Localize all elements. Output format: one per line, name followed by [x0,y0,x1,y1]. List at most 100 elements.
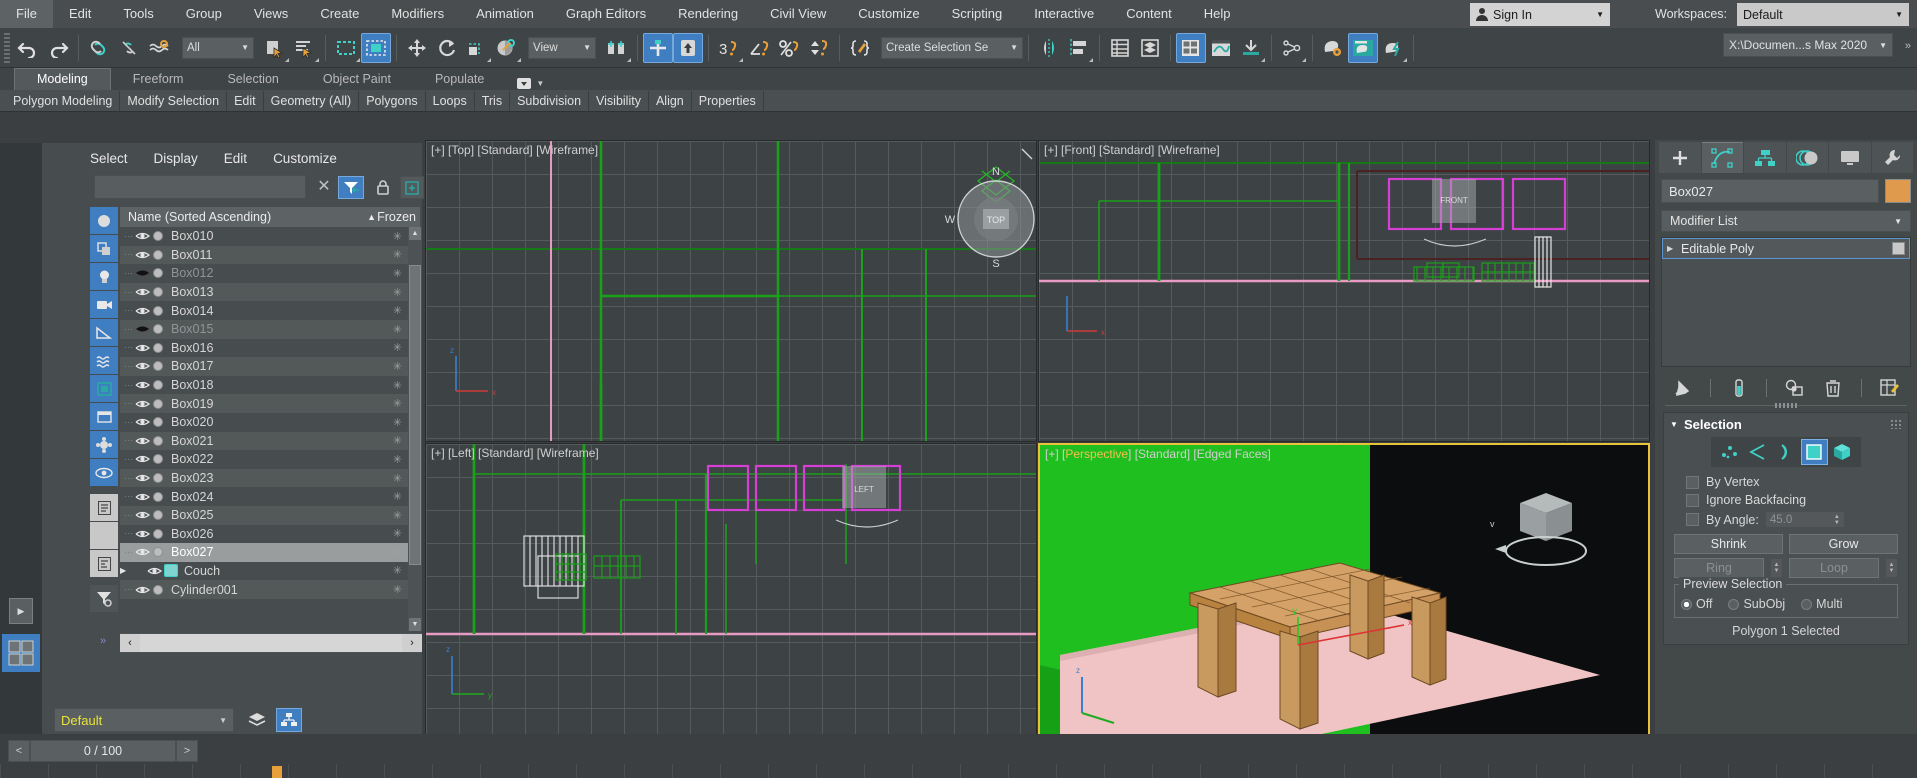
eye-visible-icon[interactable] [134,305,150,317]
ribbon-tab-freeform[interactable]: Freeform [111,69,206,90]
select-and-rotate-icon[interactable] [432,33,462,63]
frozen-cell[interactable]: ✳ [393,453,402,466]
frozen-cell[interactable]: ✳ [393,583,402,596]
explorer-vertical-scrollbar[interactable]: ▲ ▼ [408,227,422,631]
eye-visible-icon[interactable] [134,546,150,558]
ribbon-tab-modeling[interactable]: Modeling [14,67,111,90]
object-color-dot[interactable] [153,249,163,260]
workspace-select[interactable]: Default ▼ [1737,3,1909,26]
frozen-cell[interactable]: ✳ [393,304,402,317]
schematic-view-icon[interactable] [1277,33,1307,63]
modifier-stack-item-editable-poly[interactable]: ▶ Editable Poly [1662,238,1910,259]
filter-hidden-icon[interactable] [90,459,118,486]
frozen-cell[interactable]: ✳ [393,434,402,447]
filter-geometry-icon[interactable] [90,207,118,234]
viewport-front-label[interactable]: [+] [Front] [Standard] [Wireframe] [1044,143,1220,157]
stack-toggle-box[interactable] [1892,242,1905,255]
menu-item-civil-view[interactable]: Civil View [754,0,842,28]
filter-lights-icon[interactable] [90,263,118,290]
eye-visible-icon[interactable] [134,453,150,465]
by-angle-spinner[interactable]: 45.0 ▲ ▼ [1764,511,1845,528]
eye-visible-icon[interactable] [134,472,150,484]
menu-item-tools[interactable]: Tools [107,0,169,28]
scroll-down-icon[interactable]: ▼ [409,618,421,631]
display-detail-icon[interactable] [90,550,118,577]
explorer-column-header[interactable]: Name (Sorted Ascending) ▲ Frozen [120,207,420,227]
explorer-menu-select[interactable]: Select [90,151,128,166]
next-frame-button[interactable]: > [176,740,198,762]
use-transform-coordinate-center-icon[interactable] [673,32,703,63]
object-color-dot[interactable] [153,380,163,391]
by-angle-checkbox[interactable] [1686,513,1699,526]
frozen-cell[interactable]: ✳ [393,267,402,280]
object-color-dot[interactable] [153,324,163,335]
timeline-track[interactable] [0,764,1917,778]
table-row[interactable]: ⋯ Box027 ✳ [120,543,408,562]
set-key-icon[interactable] [1236,33,1266,63]
expand-all-icon[interactable] [400,176,424,199]
filter-bones-icon[interactable] [90,431,118,458]
ribbon-panel-geometry-all[interactable]: Geometry (All) [264,90,360,111]
select-object-icon[interactable] [260,33,290,63]
object-color-dot[interactable] [153,287,163,298]
curve-editor-icon[interactable] [1206,33,1236,63]
object-color-dot[interactable] [153,268,163,279]
frozen-cell[interactable]: ✳ [393,341,402,354]
scroll-right-icon[interactable]: › [402,634,422,652]
collapse-triangle-icon[interactable]: ▼ [1670,420,1684,429]
select-by-name-icon[interactable] [290,33,320,63]
pin-stack-icon[interactable] [1671,376,1693,400]
loop-button[interactable]: Loop [1789,558,1879,578]
rollout-grip[interactable] [1890,419,1902,429]
table-row[interactable]: ⋯ Box015 ✳ [120,319,408,339]
object-color-dot[interactable] [153,454,163,465]
ribbon-tab-object-paint[interactable]: Object Paint [301,69,413,90]
make-unique-icon[interactable] [1784,376,1806,400]
table-row[interactable]: ⋯ Box013 ✳ [120,282,408,302]
use-pivot-point-center-icon[interactable] [602,33,632,63]
window-crossing-toggle-icon[interactable] [361,32,391,63]
eye-visible-icon[interactable] [134,491,150,503]
eye-visible-icon[interactable] [134,528,150,540]
modifier-list-dropdown[interactable]: Modifier List ▼ [1661,210,1911,232]
object-name-field[interactable]: Box027 [1661,179,1879,203]
by-vertex-checkbox[interactable] [1686,475,1699,489]
explorer-menu-display[interactable]: Display [154,151,198,166]
sub-object-edge-icon[interactable] [1745,439,1772,465]
menu-item-create[interactable]: Create [304,0,375,28]
filter-cameras-icon[interactable] [90,291,118,318]
table-row[interactable]: ⋯ Box014 ✳ [120,301,408,320]
bind-to-space-warp-icon[interactable] [144,33,174,63]
expand-triangle-icon[interactable]: ▶ [1667,244,1681,253]
clear-search-icon[interactable]: ✕ [314,177,334,197]
configure-modifier-sets-icon[interactable] [1879,376,1901,400]
eye-visible-icon[interactable] [134,509,150,521]
named-selection-set-combo[interactable]: Create Selection Se ▼ [881,36,1023,59]
scrollbar-thumb[interactable] [409,265,421,565]
object-color-dot[interactable] [153,473,163,484]
use-selection-center-icon[interactable] [643,32,673,63]
table-row[interactable]: ▶ Couch ✳ [120,562,408,581]
current-layer-combo[interactable]: Default ▼ [54,708,234,732]
layer-manager-icon[interactable] [244,708,270,732]
menu-item-graph-editors[interactable]: Graph Editors [550,0,662,28]
viewport-left[interactable]: LEFT z y [+] [Left] [Standard] [Wirefram… [425,443,1037,745]
table-row[interactable]: ⋯ Box016 ✳ [120,339,408,358]
menu-item-views[interactable]: Views [238,0,304,28]
object-color-dot[interactable] [153,342,163,353]
tab-create[interactable] [1659,142,1701,173]
expand-triangle-icon[interactable]: ▶ [120,566,132,575]
loop-spinner[interactable]: ▲ ▼ [1885,558,1898,578]
scroll-left-icon[interactable]: ‹ [120,634,140,652]
rectangular-selection-region-icon[interactable] [331,33,361,63]
frozen-cell[interactable]: ✳ [393,323,402,336]
eye-visible-icon[interactable] [134,249,150,261]
table-row[interactable]: ⋯ Box021 ✳ [120,431,408,451]
sub-object-border-icon[interactable] [1773,439,1800,465]
viewport-front[interactable]: FRONT x [+] [Front] [Standard] [Wirefram… [1038,140,1650,442]
object-color-dot[interactable] [153,584,163,595]
explorer-filter-funnel-icon[interactable] [90,585,118,612]
eye-visible-icon[interactable] [134,435,150,447]
lock-selection-icon[interactable] [372,176,394,199]
eye-hidden-icon[interactable] [134,323,150,335]
